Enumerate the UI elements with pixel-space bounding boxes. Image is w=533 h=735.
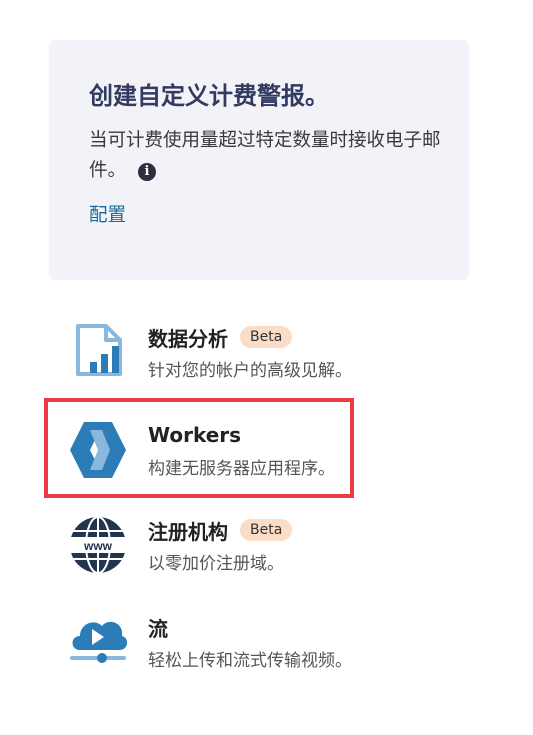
product-description: 以零加价注册域。 [148,554,284,574]
product-description: 针对您的帐户的高级见解。 [148,361,352,381]
www-globe-icon: www [66,515,130,579]
product-name-row: 数据分析 Beta [148,322,293,352]
beta-badge: Beta [240,519,293,541]
analytics-icon [66,322,130,386]
product-name-row: 流 [148,612,168,642]
product-description: 轻松上传和流式传输视频。 [148,651,352,671]
product-item-registrar[interactable]: www 注册机构 Beta 以零加价注册域。 [66,515,486,585]
highlight-box [44,398,354,498]
product-name-row: 注册机构 Beta [148,515,293,545]
billing-alert-description: 当可计费使用量超过特定数量时接收电子邮件。 i [89,126,444,186]
product-name: 数据分析 [148,326,228,351]
product-item-stream[interactable]: 流 轻松上传和流式传输视频。 [66,612,486,682]
billing-alert-card: 创建自定义计费警报。 当可计费使用量超过特定数量时接收电子邮件。 i 配置 [49,40,469,280]
beta-badge: Beta [240,326,293,348]
product-name: 注册机构 [148,519,228,544]
product-name: 流 [148,616,168,641]
stream-cloud-icon [66,612,130,676]
billing-alert-title: 创建自定义计费警报。 [89,82,329,110]
configure-link[interactable]: 配置 [89,202,441,230]
globe-www-label: www [83,539,113,553]
product-item-analytics[interactable]: 数据分析 Beta 针对您的帐户的高级见解。 [66,322,486,392]
info-icon[interactable]: i [138,163,157,181]
